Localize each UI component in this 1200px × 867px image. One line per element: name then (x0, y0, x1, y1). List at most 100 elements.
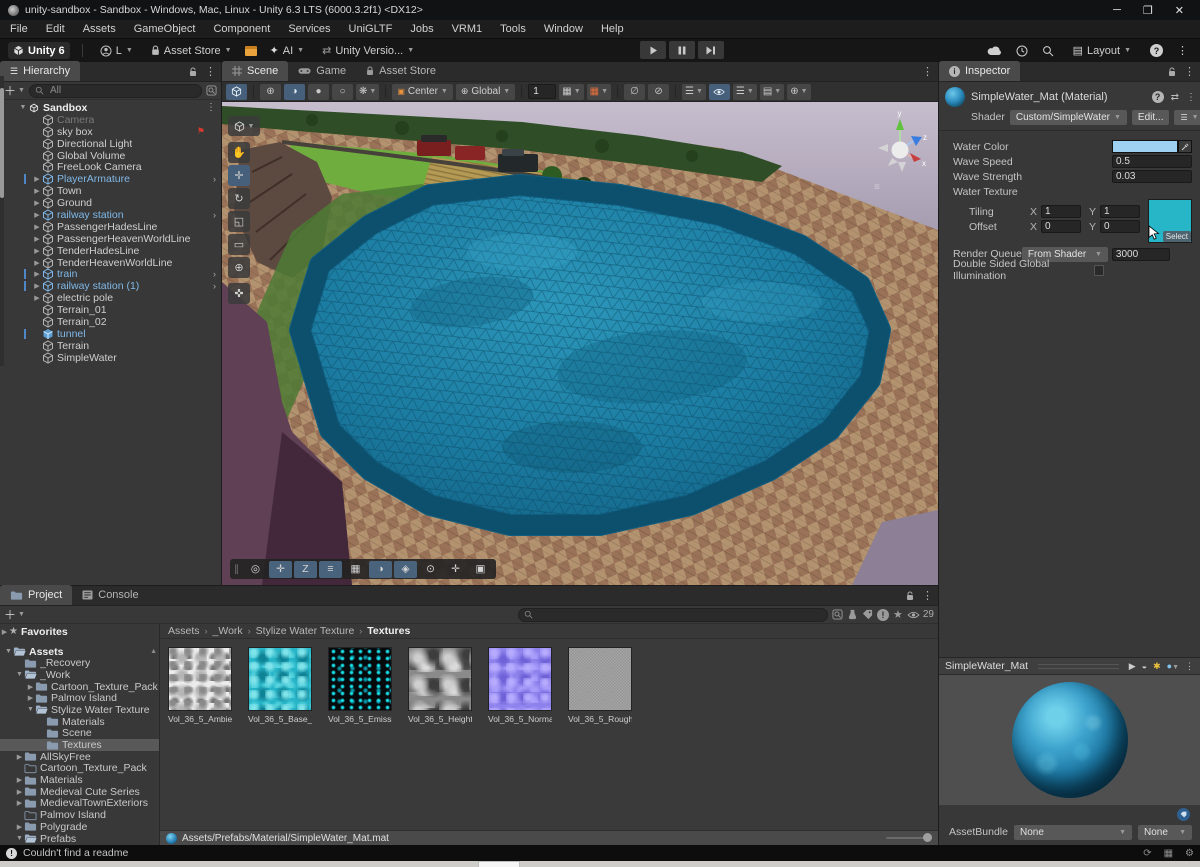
help-icon[interactable]: ? (1152, 91, 1164, 103)
hierarchy-scrollbar[interactable] (0, 76, 4, 366)
hierarchy-item-row[interactable]: sky box⚑ (0, 126, 221, 138)
grid-snap-dropdown[interactable]: ▦▼ (559, 84, 583, 100)
tiling-x-field[interactable] (1041, 205, 1081, 218)
hierarchy-scene-row[interactable]: ▼Sandbox⋮ (0, 102, 221, 114)
hierarchy-item-row[interactable]: ▶railway station (1)› (0, 280, 221, 292)
search-filter-icon[interactable] (206, 85, 217, 96)
expand-arrow[interactable]: ▶ (26, 683, 35, 691)
lock-icon[interactable] (1168, 67, 1176, 77)
project-tree-item-cartoon_texture_pack[interactable]: ▶Cartoon_Texture_Pack (0, 681, 159, 693)
preview-light-icon[interactable]: ◒ (1142, 661, 1147, 671)
effects-dropdown-button[interactable]: ❋▼ (356, 84, 379, 100)
project-tree-item-prefabs[interactable]: ▼Prefabs (0, 833, 159, 845)
rotate-tool[interactable]: ↻ (228, 188, 250, 209)
prefab-chevron-icon[interactable]: › (213, 210, 216, 220)
search-icon[interactable] (1042, 45, 1054, 57)
expand-arrow[interactable]: ▶ (32, 282, 42, 290)
project-tree-item-cartoon_texture_pack[interactable]: Cartoon_Texture_Pack (0, 763, 159, 775)
twod-toggle-button[interactable]: ⊕ (260, 84, 281, 100)
scale-z-tool[interactable]: Z (294, 561, 317, 578)
tab-project[interactable]: Project (0, 585, 72, 605)
kebab-icon[interactable]: ⋮ (922, 65, 933, 78)
align-tool[interactable]: ≡ (319, 561, 342, 578)
expand-arrow[interactable]: ▶ (32, 199, 42, 207)
used-by-icon[interactable]: ! (877, 609, 889, 621)
shaded-sphere-tool[interactable]: ◑ (369, 561, 392, 578)
shaded-mode-button[interactable] (226, 84, 247, 100)
shader-menu-button[interactable]: ☰▼ (1174, 110, 1200, 125)
dsgi-checkbox[interactable] (1094, 265, 1104, 276)
hierarchy-search-input[interactable] (48, 84, 196, 97)
preview-shape-icon[interactable]: ●▼ (1167, 661, 1179, 671)
texture-select-button[interactable]: Select (1163, 231, 1191, 242)
eyedropper-icon[interactable] (1178, 140, 1192, 153)
pause-button[interactable] (669, 41, 695, 59)
asset-tile-roughness[interactable]: Vol_36_5_Roughne... (568, 647, 632, 724)
expand-arrow[interactable]: ▼ (15, 671, 24, 678)
project-tree-item-polygrade[interactable]: ▶Polygrade (0, 821, 159, 833)
expand-arrow[interactable]: ▶ (32, 235, 42, 243)
project-tree-item-medieval-cute-series[interactable]: ▶Medieval Cute Series (0, 786, 159, 798)
hierarchy-item-row[interactable]: ▶railway station› (0, 209, 221, 221)
menu-assets[interactable]: Assets (83, 23, 116, 35)
shader-dropdown[interactable]: Custom/SimpleWater▼ (1010, 110, 1127, 125)
magnifier-tool[interactable]: ⊙ (419, 561, 442, 578)
expand-arrow[interactable]: ▼ (4, 648, 13, 655)
menu-tools[interactable]: Tools (500, 23, 526, 35)
expand-arrow[interactable]: ▶ (26, 694, 35, 702)
project-search[interactable] (518, 608, 828, 622)
hierarchy-item-row[interactable]: SimpleWater (0, 352, 221, 364)
preview-color-icon[interactable]: ✱ (1153, 661, 1161, 672)
move-overlay-tool[interactable]: ✛ (269, 561, 292, 578)
tab-scene[interactable]: Scene (222, 61, 288, 81)
favorites-row[interactable]: ▶ ★ Favorites (0, 626, 159, 638)
expand-arrow[interactable]: ▼ (18, 104, 28, 111)
expand-arrow[interactable]: ▼ (15, 835, 24, 842)
expand-arrow[interactable]: ▶ (32, 175, 42, 183)
project-search-input[interactable] (537, 608, 822, 621)
hierarchy-item-row[interactable]: Terrain_01 (0, 304, 221, 316)
expand-arrow[interactable]: ▶ (15, 776, 24, 784)
close-button[interactable]: ✕ (1175, 4, 1184, 17)
hierarchy-item-row[interactable]: Terrain_02 (0, 316, 221, 328)
wave-speed-field[interactable] (1112, 155, 1192, 168)
expand-arrow[interactable]: ▶ (32, 211, 42, 219)
menu-gameobject[interactable]: GameObject (134, 23, 196, 35)
pivot-dropdown[interactable]: ▣ Center▼ (392, 84, 453, 100)
gizmo-dropdown[interactable]: ⊕▼ (787, 84, 810, 100)
search-filter-icon[interactable] (832, 609, 843, 620)
menu-jobs[interactable]: Jobs (410, 23, 433, 35)
expand-arrow[interactable]: ▶ (32, 223, 42, 231)
mic-mute-button[interactable]: ⊘ (648, 84, 669, 100)
project-tree-item-_recovery[interactable]: _Recovery (0, 657, 159, 669)
assetbundle-dropdown[interactable]: None▼ (1014, 825, 1132, 840)
help-icon[interactable]: ? (1150, 44, 1163, 57)
hierarchy-search[interactable] (29, 84, 202, 98)
favorites-filter-icon[interactable]: ★ (893, 608, 903, 621)
refresh-icon[interactable]: ⟳ (1143, 848, 1151, 859)
settings-icon[interactable]: ⚙ (1185, 848, 1194, 859)
create-asset-button[interactable]: ＋▼ (4, 606, 25, 623)
asset-label-icon[interactable] (1177, 808, 1190, 821)
prefab-chevron-icon[interactable]: › (213, 269, 216, 279)
menu-component[interactable]: Component (213, 23, 270, 35)
tree-scroll-up-icon[interactable]: ▲ (150, 648, 157, 655)
render-queue-field[interactable] (1112, 248, 1170, 261)
breadcrumb-segment[interactable]: Textures (367, 625, 410, 637)
asset-tile-emissive[interactable]: Vol_36_5_Emissive (328, 647, 392, 724)
expand-arrow[interactable]: ▶ (15, 753, 24, 761)
overlay-layers-dropdown[interactable]: ☰▼ (733, 84, 757, 100)
hierarchy-item-row[interactable]: ▶train› (0, 268, 221, 280)
project-tree-item-materials[interactable]: ▶Materials (0, 774, 159, 786)
hierarchy-item-row[interactable]: ▶PlayerArmature› (0, 173, 221, 185)
hierarchy-item-row[interactable]: ▶TenderHeavenWorldLine (0, 257, 221, 269)
unity-version-badge[interactable]: Unity 6 (8, 42, 70, 59)
scene-visibility-button[interactable] (709, 84, 730, 100)
assetbundle-variant-dropdown[interactable]: None▼ (1138, 825, 1192, 840)
offset-y-field[interactable] (1100, 220, 1140, 233)
minimize-button[interactable]: ─ (1113, 4, 1121, 17)
asset-tile-height[interactable]: Vol_36_5_Height (408, 647, 472, 724)
hierarchy-item-row[interactable]: ▶electric pole (0, 292, 221, 304)
tab-console[interactable]: Console (72, 585, 148, 605)
project-tree-item-palmov-island[interactable]: Palmov Island (0, 809, 159, 821)
